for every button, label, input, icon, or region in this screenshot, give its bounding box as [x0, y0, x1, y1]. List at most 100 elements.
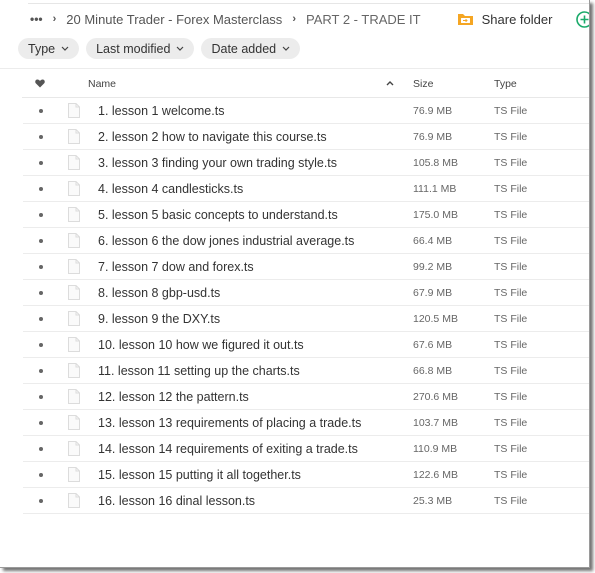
favorite-toggle[interactable]	[23, 290, 59, 295]
file-type: TS File	[494, 390, 528, 403]
create-folder-button[interactable]: Create fo	[576, 10, 589, 28]
favorite-toggle[interactable]	[23, 472, 59, 477]
favorite-column-header[interactable]	[22, 79, 58, 88]
file-name[interactable]: 15. lesson 15 putting it all together.ts	[98, 468, 301, 482]
chevron-down-icon	[61, 46, 69, 51]
table-row[interactable]: 16. lesson 16 dinal lesson.ts 25.3 MB TS…	[23, 488, 589, 514]
file-name[interactable]: 11. lesson 11 setting up the charts.ts	[98, 364, 300, 378]
bullet-icon	[39, 472, 43, 477]
table-row[interactable]: 7. lesson 7 dow and forex.ts 99.2 MB TS …	[23, 254, 589, 280]
favorite-toggle[interactable]	[23, 212, 59, 217]
favorite-toggle[interactable]	[23, 342, 59, 347]
file-icon	[68, 155, 80, 170]
file-type: TS File	[494, 234, 528, 247]
table-row[interactable]: 12. lesson 12 the pattern.ts 270.6 MB TS…	[23, 384, 589, 410]
file-icon	[68, 467, 80, 482]
favorite-toggle[interactable]	[23, 394, 59, 399]
favorite-toggle[interactable]	[23, 238, 59, 243]
bullet-icon	[39, 498, 43, 503]
file-name[interactable]: 9. lesson 9 the DXY.ts	[98, 312, 220, 326]
file-icon	[68, 285, 80, 300]
file-size: 66.4 MB	[413, 234, 453, 247]
file-size: 103.7 MB	[413, 416, 458, 429]
file-size: 110.9 MB	[413, 442, 458, 455]
favorite-toggle[interactable]	[23, 316, 59, 321]
file-size: 76.9 MB	[413, 104, 453, 117]
table-row[interactable]: 15. lesson 15 putting it all together.ts…	[23, 462, 589, 488]
file-name[interactable]: 12. lesson 12 the pattern.ts	[98, 390, 249, 404]
file-type: TS File	[494, 494, 528, 507]
chevron-right-icon: ›	[292, 13, 296, 25]
file-browser-window: ••• › 20 Minute Trader - Forex Mastercla…	[0, 0, 590, 568]
table-row[interactable]: 6. lesson 6 the dow jones industrial ave…	[23, 228, 589, 254]
file-size: 25.3 MB	[413, 494, 453, 507]
file-type: TS File	[494, 468, 528, 481]
chevron-down-icon	[177, 46, 184, 51]
chevron-down-icon	[282, 46, 290, 51]
file-size: 111.1 MB	[413, 182, 457, 195]
file-name[interactable]: 13. lesson 13 requirements of placing a …	[98, 416, 361, 430]
table-row[interactable]: 5. lesson 5 basic concepts to understand…	[23, 202, 589, 228]
favorite-toggle[interactable]	[23, 160, 59, 165]
table-row[interactable]: 2. lesson 2 how to navigate this course.…	[23, 124, 589, 150]
file-type: TS File	[494, 104, 528, 117]
table-row[interactable]: 8. lesson 8 gbp-usd.ts 67.9 MB TS File	[23, 280, 589, 306]
table-row[interactable]: 11. lesson 11 setting up the charts.ts 6…	[23, 358, 589, 384]
share-folder-button[interactable]: Share folder	[457, 12, 552, 27]
file-table: Name Size Type 1. lesson 1 welcome.ts 76…	[22, 70, 589, 514]
bullet-icon	[39, 394, 43, 399]
file-name[interactable]: 14. lesson 14 requirements of exiting a …	[98, 442, 358, 456]
bullet-icon	[39, 290, 43, 295]
filter-date-added-label: Date added	[211, 41, 277, 56]
type-column-header[interactable]: Type	[494, 78, 517, 90]
favorite-toggle[interactable]	[23, 264, 59, 269]
file-name[interactable]: 3. lesson 3 finding your own trading sty…	[98, 156, 337, 170]
file-list: 1. lesson 1 welcome.ts 76.9 MB TS File 2…	[22, 98, 589, 514]
sort-ascending-icon[interactable]	[386, 80, 394, 86]
table-row[interactable]: 10. lesson 10 how we figured it out.ts 6…	[23, 332, 589, 358]
bullet-icon	[39, 446, 43, 451]
file-icon	[68, 259, 80, 274]
file-name[interactable]: 2. lesson 2 how to navigate this course.…	[98, 130, 327, 144]
favorite-toggle[interactable]	[23, 134, 59, 139]
file-icon	[68, 129, 80, 144]
table-row[interactable]: 4. lesson 4 candlesticks.ts 111.1 MB TS …	[23, 176, 589, 202]
favorite-toggle[interactable]	[23, 368, 59, 373]
file-type: TS File	[494, 182, 528, 195]
file-name[interactable]: 10. lesson 10 how we figured it out.ts	[98, 338, 304, 352]
file-name[interactable]: 6. lesson 6 the dow jones industrial ave…	[98, 234, 354, 248]
favorite-toggle[interactable]	[23, 186, 59, 191]
file-type: TS File	[494, 364, 528, 377]
favorite-toggle[interactable]	[23, 498, 59, 503]
toolbar: ••• › 20 Minute Trader - Forex Mastercla…	[0, 8, 589, 30]
table-row[interactable]: 13. lesson 13 requirements of placing a …	[23, 410, 589, 436]
filter-bar: Type Last modified Date added	[18, 38, 301, 59]
file-size: 270.6 MB	[413, 390, 458, 403]
breadcrumb-item-course[interactable]: 20 Minute Trader - Forex Masterclass	[66, 12, 282, 27]
filter-type[interactable]: Type	[18, 38, 80, 59]
file-name[interactable]: 7. lesson 7 dow and forex.ts	[98, 260, 254, 274]
table-row[interactable]: 1. lesson 1 welcome.ts 76.9 MB TS File	[23, 98, 589, 124]
file-type: TS File	[494, 130, 528, 143]
file-icon	[68, 311, 80, 326]
file-name[interactable]: 4. lesson 4 candlesticks.ts	[98, 182, 243, 196]
favorite-toggle[interactable]	[23, 446, 59, 451]
table-row[interactable]: 3. lesson 3 finding your own trading sty…	[23, 150, 589, 176]
file-name[interactable]: 1. lesson 1 welcome.ts	[98, 104, 224, 118]
file-type: TS File	[494, 156, 528, 169]
size-column-header[interactable]: Size	[413, 78, 433, 90]
breadcrumb-overflow-button[interactable]: •••	[30, 12, 43, 26]
favorite-toggle[interactable]	[23, 108, 59, 113]
table-row[interactable]: 14. lesson 14 requirements of exiting a …	[23, 436, 589, 462]
file-name[interactable]: 5. lesson 5 basic concepts to understand…	[98, 208, 338, 222]
filter-date-added[interactable]: Date added	[201, 38, 301, 59]
file-name[interactable]: 8. lesson 8 gbp-usd.ts	[98, 286, 220, 300]
bullet-icon	[39, 186, 43, 191]
name-column-header[interactable]: Name	[88, 78, 388, 90]
bullet-icon	[39, 316, 43, 321]
file-name[interactable]: 16. lesson 16 dinal lesson.ts	[98, 494, 255, 508]
favorite-toggle[interactable]	[23, 420, 59, 425]
filter-last-modified[interactable]: Last modified	[86, 38, 195, 59]
file-icon	[68, 337, 80, 352]
table-row[interactable]: 9. lesson 9 the DXY.ts 120.5 MB TS File	[23, 306, 589, 332]
